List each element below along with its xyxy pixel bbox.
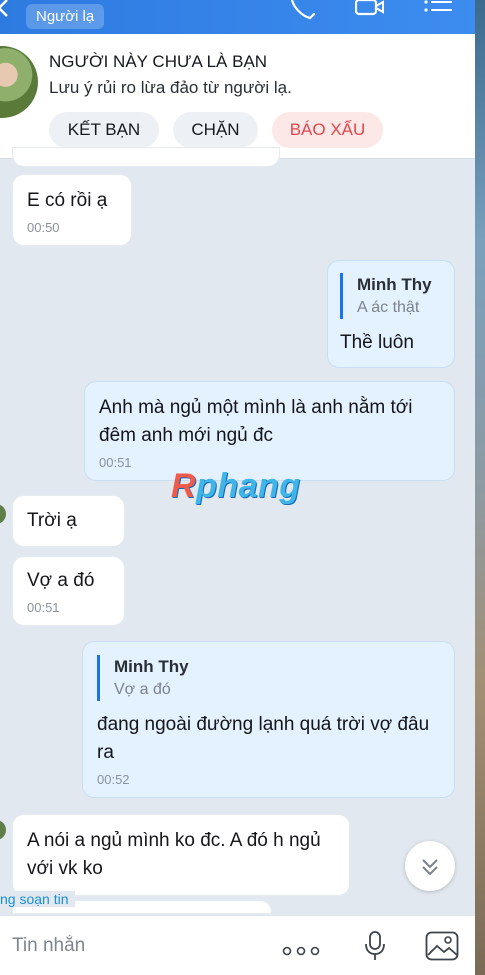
message-text: đang ngoài đường lạnh quá trời vợ đâu ra <box>97 714 430 763</box>
quoted-sender: Minh Thy <box>114 657 189 676</box>
quoted-text: A ác thật <box>357 299 420 316</box>
block-button[interactable]: CHẶN <box>173 112 258 148</box>
background-photo-edge <box>475 0 485 975</box>
message-text: Thề luôn <box>340 332 414 353</box>
stranger-warning-card: NGƯỜI NÀY CHƯA LÀ BẠN Lưu ý rủi ro lừa đ… <box>0 34 478 159</box>
quoted-message[interactable]: Minh Thy Vợ a đó <box>97 655 440 701</box>
message-text: Trời ạ <box>27 510 77 531</box>
report-button[interactable]: BÁO XẤU <box>272 112 383 148</box>
outgoing-message[interactable]: Anh mà ngủ một mình là anh nằm tới đêm a… <box>84 381 455 481</box>
quoted-message[interactable]: Minh Thy A ác thật <box>340 273 442 319</box>
message-bubble-partial[interactable] <box>12 147 280 167</box>
phone-call-icon[interactable] <box>288 0 318 22</box>
incoming-message[interactable]: A nói a ngủ mình ko đc. A đó h ngủ với v… <box>12 814 350 896</box>
sender-avatar[interactable] <box>0 504 6 524</box>
typing-indicator: ng soạn tin <box>0 891 75 907</box>
menu-list-icon[interactable] <box>424 0 454 22</box>
quoted-text: Vợ a đó <box>114 681 171 698</box>
scroll-to-bottom-button[interactable] <box>405 841 455 891</box>
sender-avatar[interactable] <box>0 820 6 840</box>
image-picker-icon[interactable] <box>425 931 459 966</box>
message-time: 00:51 <box>27 600 60 615</box>
outgoing-message-with-quote[interactable]: Minh Thy A ác thật Thề luôn <box>327 260 455 368</box>
incoming-message[interactable]: Vợ a đó 00:51 <box>12 556 125 626</box>
message-time: 00:50 <box>27 220 60 235</box>
watermark-logo: Rphang <box>171 467 301 505</box>
incoming-message[interactable]: Trời ạ <box>12 495 125 547</box>
message-list[interactable]: E có rồi ạ 00:50 Minh Thy A ác thật Thề … <box>0 147 478 914</box>
double-chevron-down-icon <box>422 859 438 876</box>
message-text: A nói a ngủ mình ko đc. A đó h ngủ với v… <box>27 830 321 879</box>
not-friend-title: NGƯỜI NÀY CHƯA LÀ BẠN <box>49 52 268 71</box>
more-options-icon[interactable] <box>282 943 320 961</box>
message-composer <box>0 915 478 975</box>
message-time: 00:52 <box>97 772 130 787</box>
quoted-sender: Minh Thy <box>357 275 432 294</box>
contact-avatar[interactable] <box>0 46 38 118</box>
message-input[interactable] <box>12 932 252 960</box>
scam-warning-text: Lưu ý rủi ro lừa đảo từ người lạ. <box>49 78 292 97</box>
stranger-tag: Người lạ <box>26 4 105 29</box>
video-call-icon[interactable] <box>354 0 385 22</box>
header-bar: Người lạ <box>0 0 478 34</box>
voice-message-icon[interactable] <box>362 930 388 967</box>
message-text: Vợ a đó <box>27 570 95 591</box>
add-friend-button[interactable]: KẾT BẠN <box>49 112 159 148</box>
incoming-message[interactable]: E có rồi ạ 00:50 <box>12 174 132 246</box>
message-text: E có rồi ạ <box>27 190 108 211</box>
chat-screen: Người lạ NGƯỜI NÀY CHƯA LÀ BẠN Lưu ý rủi… <box>0 0 478 975</box>
outgoing-message-with-quote[interactable]: Minh Thy Vợ a đó đang ngoài đường lạnh q… <box>82 641 455 798</box>
message-text: Anh mà ngủ một mình là anh nằm tới đêm a… <box>99 397 413 446</box>
back-arrow-icon[interactable] <box>0 0 14 24</box>
